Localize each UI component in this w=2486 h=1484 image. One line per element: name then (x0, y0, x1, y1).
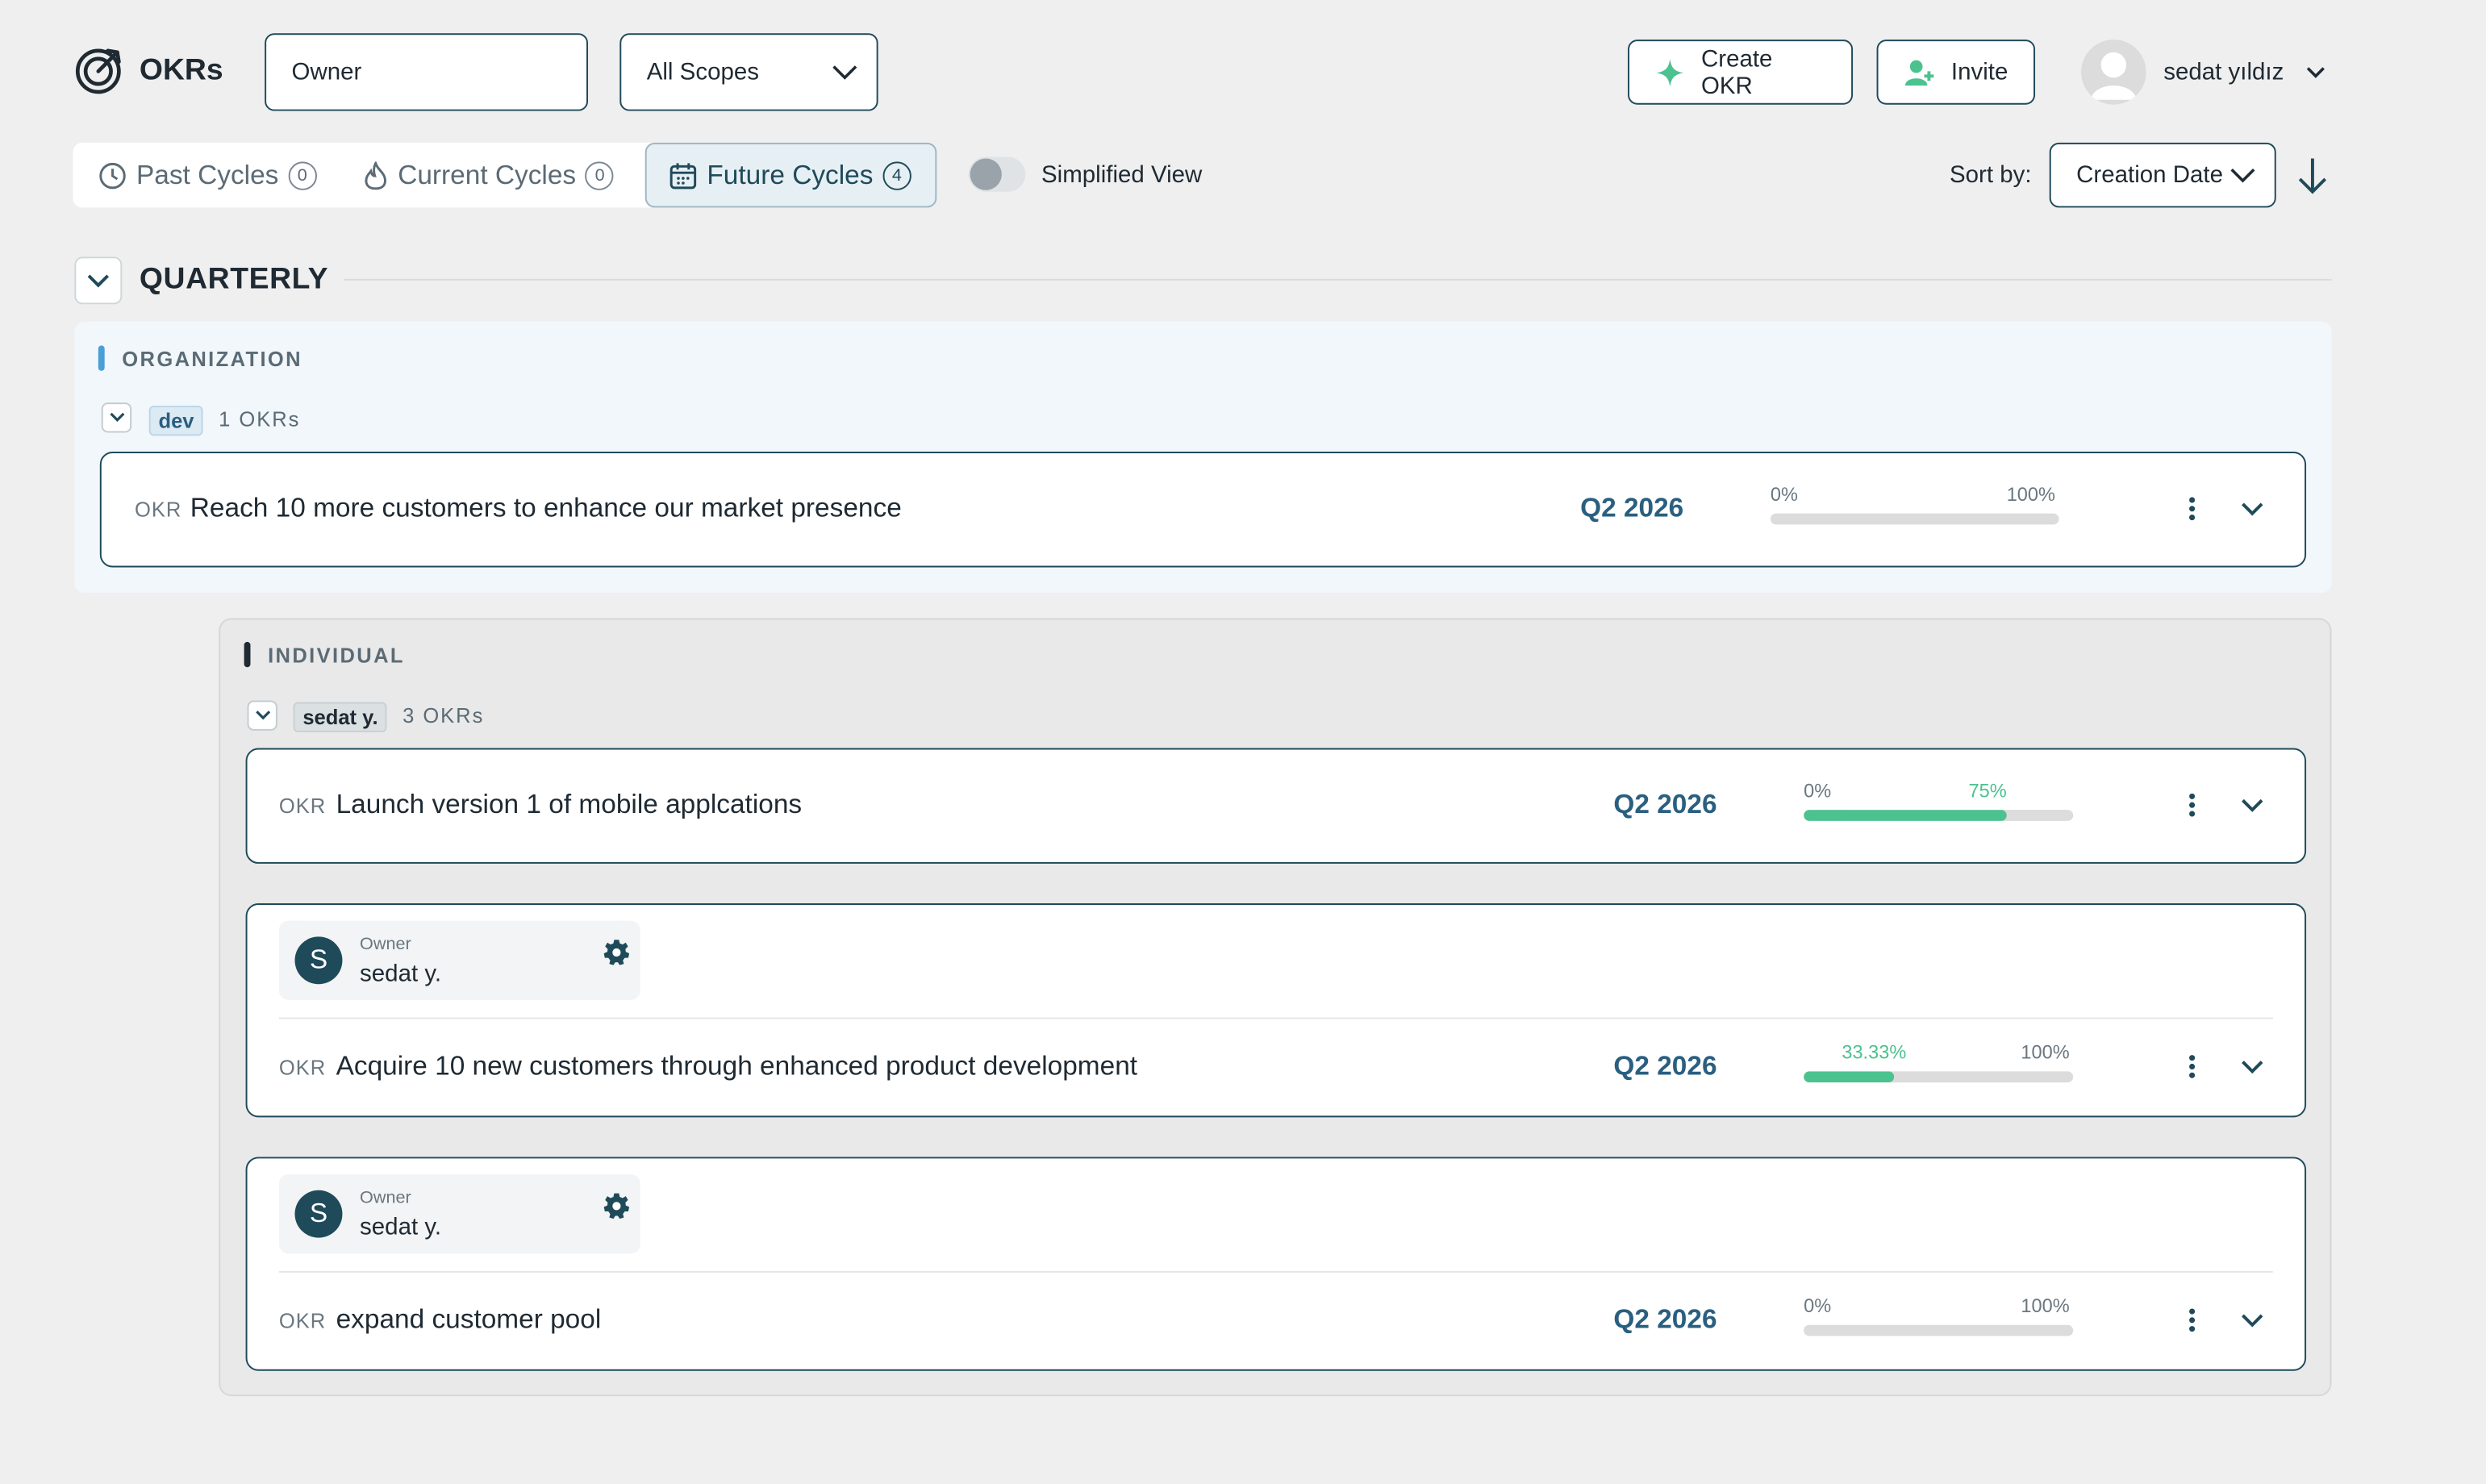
tab-current-count: 0 (585, 160, 615, 190)
flame-icon (365, 160, 386, 190)
okr-quarter: Q2 2026 (1613, 1304, 1717, 1335)
progress-start-label: 0% (1770, 483, 1798, 506)
tab-past-label: Past Cycles (136, 159, 279, 190)
chevron-down-icon (87, 273, 110, 287)
okr-title[interactable]: Reach 10 more customers to enhance our m… (190, 493, 902, 524)
okr-title[interactable]: Acquire 10 new customers through enhance… (336, 1051, 1137, 1082)
okr-quarter: Q2 2026 (1613, 789, 1717, 819)
invite-button[interactable]: Invite (1876, 40, 2036, 105)
owner-avatar: S (294, 936, 343, 985)
group-label-organization: ORGANIZATION (122, 347, 302, 371)
progress-fill (1804, 1071, 1894, 1083)
sort-select-value: Creation Date (2076, 161, 2224, 189)
owner-name: sedat y. (360, 960, 442, 988)
progress-start-label: 0% (1804, 1294, 1832, 1317)
progress-end-label: 100% (2021, 1041, 2070, 1064)
tab-current-label: Current Cycles (398, 159, 577, 190)
progress-bar (1770, 513, 2059, 525)
user-tag[interactable]: sedat y. (293, 702, 388, 732)
sparkle-icon (1656, 58, 1684, 86)
clock-icon (99, 161, 126, 189)
gear-icon[interactable] (603, 1192, 631, 1220)
expand-chevron-icon[interactable] (2242, 1312, 2264, 1328)
okr-title[interactable]: expand customer pool (336, 1304, 602, 1336)
cycle-tabs: Past Cycles 0 Current Cycles 0 Future Cy… (73, 142, 937, 208)
chevron-down-icon (109, 412, 124, 422)
sort-by-label: Sort by: (1949, 161, 2032, 189)
add-user-icon (1904, 59, 1934, 85)
okr-count: 3 OKRs (403, 703, 485, 727)
group-accent-bar (98, 345, 105, 371)
user-menu-chevron-icon[interactable] (2303, 59, 2328, 84)
simplified-view-label: Simplified View (1041, 161, 1203, 189)
group-accent-bar (244, 641, 251, 668)
section-collapse-toggle[interactable] (74, 256, 123, 305)
create-okr-label: Create OKR (1700, 45, 1773, 99)
okr-type-tag: OKR (135, 498, 182, 522)
expand-chevron-icon[interactable] (2242, 1059, 2264, 1075)
user-avatar[interactable] (2081, 40, 2146, 105)
progress-start-label: 0% (1804, 779, 1832, 802)
app-title: OKRs (139, 53, 223, 88)
more-options-icon[interactable] (2183, 1307, 2202, 1332)
create-okr-button[interactable]: Create OKR (1628, 40, 1854, 105)
card-divider (278, 1017, 2273, 1019)
user-name[interactable]: sedat yıldız (2163, 59, 2284, 85)
subgroup-collapse-toggle[interactable] (247, 700, 277, 731)
toggle-knob (970, 158, 1002, 190)
progress-start-label: 33.33% (1842, 1041, 1907, 1064)
progress-end-label: 75% (1968, 779, 2007, 802)
tab-past-cycles[interactable]: Past Cycles 0 (98, 143, 317, 208)
chevron-down-icon (255, 711, 270, 720)
scope-select-value: All Scopes (646, 58, 759, 86)
more-options-icon[interactable] (2183, 1054, 2202, 1079)
okr-title[interactable]: Launch version 1 of mobile applcations (336, 790, 803, 821)
progress-end-label: 100% (2021, 1294, 2070, 1317)
tab-past-count: 0 (288, 160, 317, 190)
okr-quarter: Q2 2026 (1580, 493, 1684, 523)
tab-future-cycles[interactable]: Future Cycles 4 (644, 142, 937, 208)
owner-filter-input[interactable] (265, 33, 589, 111)
sort-direction-arrow-icon[interactable] (2295, 156, 2330, 197)
okr-type-tag: OKR (278, 1309, 327, 1333)
more-options-icon[interactable] (2183, 496, 2202, 521)
expand-chevron-icon[interactable] (2242, 501, 2264, 517)
owner-name: sedat y. (360, 1214, 442, 1241)
progress-bar (1804, 1071, 2074, 1083)
more-options-icon[interactable] (2183, 793, 2202, 818)
chevron-down-icon (832, 65, 857, 79)
card-divider (278, 1270, 2273, 1273)
okr-type-tag: OKR (278, 1055, 327, 1080)
owner-label: Owner (360, 935, 411, 954)
progress-bar (1804, 810, 2074, 821)
okr-count: 1 OKRs (219, 407, 301, 431)
owner-avatar: S (294, 1190, 343, 1238)
chevron-down-icon (2230, 168, 2255, 182)
invite-label: Invite (1950, 58, 2008, 86)
progress-bar (1804, 1324, 2074, 1336)
section-title: QUARTERLY (139, 263, 329, 297)
section-divider (344, 278, 2332, 281)
tab-current-cycles[interactable]: Current Cycles 0 (363, 143, 615, 208)
okr-type-tag: OKR (278, 794, 327, 818)
group-label-individual: INDIVIDUAL (268, 643, 405, 668)
expand-chevron-icon[interactable] (2242, 797, 2264, 813)
okr-target-logo-icon (75, 48, 121, 94)
tab-future-label: Future Cycles (707, 159, 874, 190)
progress-end-label: 100% (2006, 483, 2056, 506)
simplified-view-toggle[interactable] (968, 156, 1026, 192)
progress-fill (1804, 810, 2006, 821)
sort-select[interactable]: Creation Date (2049, 142, 2276, 208)
scope-select[interactable]: All Scopes (619, 33, 878, 111)
okr-quarter: Q2 2026 (1613, 1050, 1717, 1082)
gear-icon[interactable] (603, 938, 631, 966)
tab-future-count: 4 (882, 160, 911, 190)
calendar-icon (669, 162, 697, 189)
user-silhouette-icon (2090, 52, 2137, 100)
owner-label: Owner (360, 1188, 411, 1208)
team-tag-dev[interactable]: dev (148, 406, 204, 436)
subgroup-collapse-toggle[interactable] (101, 402, 132, 433)
